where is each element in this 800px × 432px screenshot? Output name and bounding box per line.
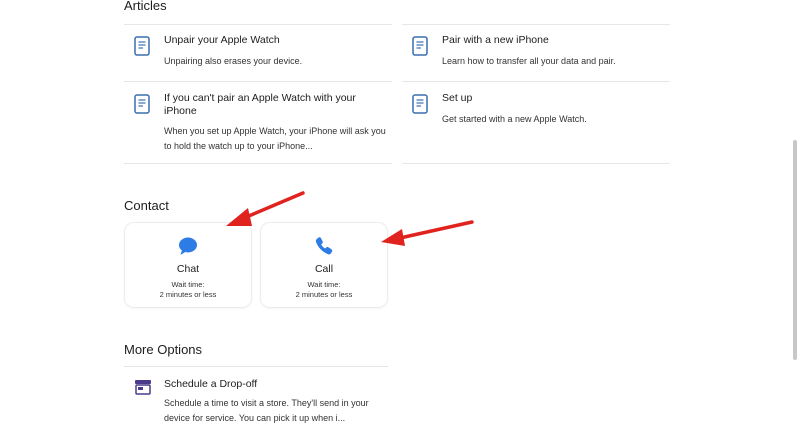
call-wait-time: Wait time: 2 minutes or less [261,280,387,300]
chat-wait-time: Wait time: 2 minutes or less [125,280,251,300]
chat-bubble-icon [179,237,197,255]
article-title: Pair with a new iPhone [442,34,549,46]
schedule-drop-off-option[interactable]: Schedule a Drop-off Schedule a time to v… [124,374,394,432]
contact-heading: Contact [124,198,169,213]
wait-time-label: Wait time: [171,280,205,289]
wait-time-value: 2 minutes or less [159,290,217,299]
annotation-arrows [226,191,474,246]
article-cant-pair[interactable]: If you can't pair an Apple Watch with yo… [124,82,392,164]
divider [124,366,388,367]
article-description: Get started with a new Apple Watch. [442,114,587,124]
option-title: Schedule a Drop-off [164,378,258,390]
article-title: If you can't pair an Apple Watch with yo… [164,92,356,117]
chat-label: Chat [176,263,200,275]
scrollbar[interactable] [793,140,797,360]
call-label: Call [314,263,334,275]
wait-time-label: Wait time: [307,280,341,289]
store-icon [135,380,151,395]
document-icon [412,36,428,56]
document-icon [412,94,428,114]
wait-time-value: 2 minutes or less [295,290,353,299]
article-description: Unpairing also erases your device. [164,56,303,66]
chat-card[interactable]: Chat Wait time: 2 minutes or less [124,222,252,308]
arrow-to-call [381,220,474,246]
article-description: Learn how to transfer all your data and … [442,56,616,66]
call-card[interactable]: Call Wait time: 2 minutes or less [260,222,388,308]
article-unpair-apple-watch[interactable]: Unpair your Apple Watch Unpairing also e… [124,24,392,82]
article-description: When you set up Apple Watch, your iPhone… [164,126,386,151]
articles-heading: Articles [124,0,167,13]
more-options-heading: More Options [124,342,203,357]
phone-icon [315,237,333,255]
article-title: Set up [442,92,473,104]
article-pair-new-iphone[interactable]: Pair with a new iPhone Learn how to tran… [402,24,670,82]
article-title: Unpair your Apple Watch [164,34,280,46]
article-set-up[interactable]: Set up Get started with a new Apple Watc… [402,82,670,164]
document-icon [134,36,150,56]
document-icon [134,94,150,114]
option-description: Schedule a time to visit a store. They'l… [164,398,369,423]
